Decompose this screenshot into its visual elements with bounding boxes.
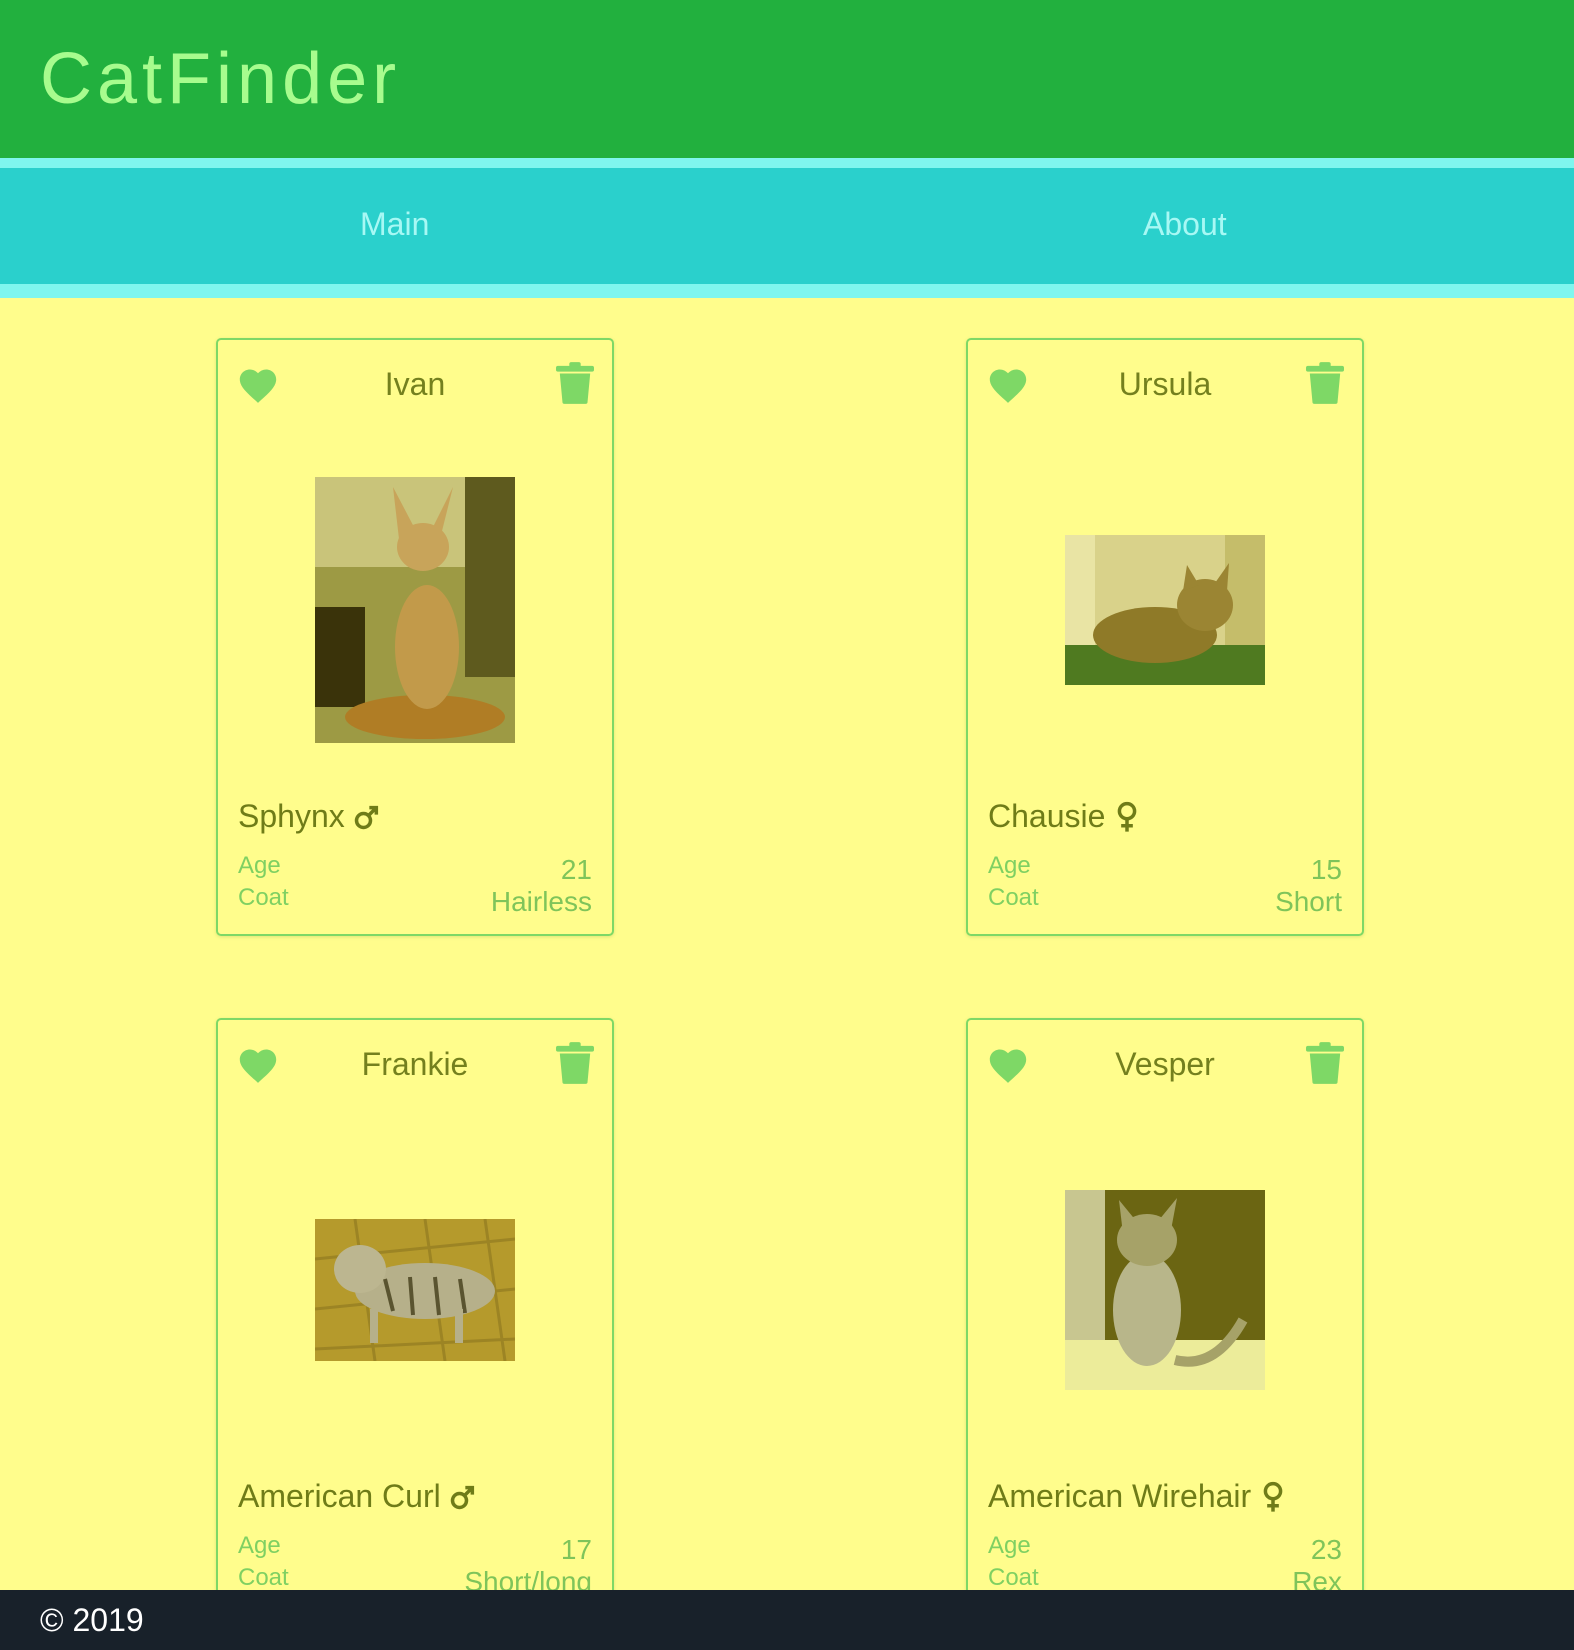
age-label: Age (238, 852, 281, 879)
trash-icon[interactable] (1306, 1042, 1344, 1084)
app-footer: © 2019 (0, 1590, 1574, 1650)
cat-card: Frankie American Curl Age Coat 17 Short/… (216, 1018, 614, 1616)
cat-name: Ursula (1118, 366, 1212, 402)
male-icon (354, 805, 378, 829)
trash-icon[interactable] (556, 1042, 594, 1084)
cat-photo-frame (218, 1120, 612, 1460)
breed-line: Sphynx (238, 798, 381, 835)
breed-line: Chausie (988, 798, 1141, 835)
cat-name: Frankie (361, 1046, 469, 1082)
breed-line: American Curl (238, 1478, 477, 1515)
coat-label: Coat (238, 1564, 289, 1591)
age-value: 21 (560, 854, 592, 885)
coat-value: Short (1275, 886, 1342, 917)
nav-link-about[interactable]: About (1143, 206, 1227, 243)
cat-photo-frame (968, 1120, 1362, 1460)
male-icon (450, 1485, 474, 1509)
nav-divider-bottom (0, 284, 1574, 298)
age-label: Age (988, 852, 1031, 879)
cat-photo (315, 1219, 515, 1361)
cat-name: Vesper (1115, 1046, 1215, 1082)
age-value: 23 (1310, 1534, 1342, 1565)
cat-name: Ivan (384, 366, 446, 402)
cat-card: Vesper American Wirehair Age Coat 23 Rex (966, 1018, 1364, 1616)
nav-divider-top (0, 158, 1574, 168)
age-label: Age (988, 1532, 1031, 1559)
trash-icon[interactable] (1306, 362, 1344, 404)
breed-name: Chausie (988, 798, 1106, 834)
cat-photo (1065, 1190, 1265, 1390)
coat-label: Coat (988, 1564, 1039, 1591)
coat-label: Coat (238, 884, 289, 911)
breed-line: American Wirehair (988, 1478, 1287, 1515)
age-value: 17 (560, 1534, 592, 1565)
cat-photo (315, 477, 515, 743)
age-value: 15 (1310, 854, 1342, 885)
female-icon (1118, 801, 1137, 832)
breed-name: American Wirehair (988, 1478, 1252, 1514)
trash-icon[interactable] (556, 362, 594, 404)
cat-card: Ivan Sphynx Age Coat 21 Hairless (216, 338, 614, 936)
cat-photo-frame (218, 440, 612, 780)
main-nav: Main About (0, 168, 1574, 284)
cat-card: Ursula Chausie Age Coat 15 Short (966, 338, 1364, 936)
app-header: CatFinder (0, 0, 1574, 158)
coat-value: Hairless (490, 886, 592, 917)
breed-name: American Curl (238, 1478, 441, 1514)
cat-photo-frame (968, 440, 1362, 780)
nav-link-main[interactable]: Main (360, 206, 429, 243)
age-label: Age (238, 1532, 281, 1559)
app-title: CatFinder (40, 39, 402, 119)
breed-name: Sphynx (238, 798, 345, 834)
female-icon (1263, 1481, 1283, 1512)
cat-photo (1065, 535, 1265, 685)
coat-label: Coat (988, 884, 1039, 911)
copyright-text: © 2019 (40, 1602, 144, 1638)
